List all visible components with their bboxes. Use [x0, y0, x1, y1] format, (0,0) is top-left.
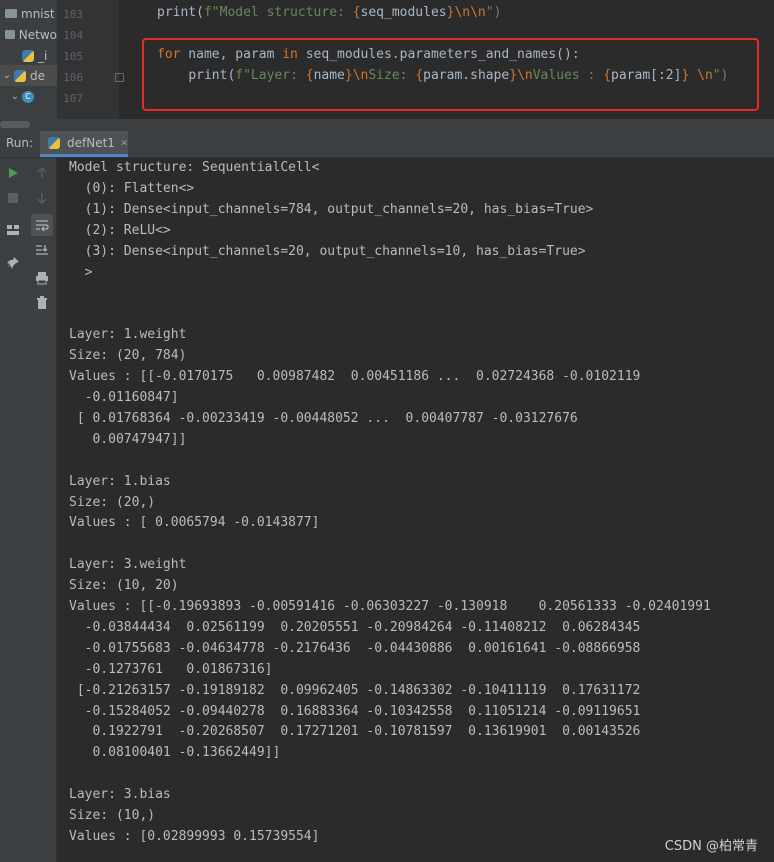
horizontal-scrollbar[interactable]	[0, 119, 774, 131]
tree-item-label: Netwo	[18, 27, 57, 42]
tab-defnet1[interactable]: defNet1 ×	[40, 131, 128, 157]
close-icon[interactable]: ×	[121, 136, 128, 149]
run-console-output[interactable]: Model structure: SequentialCell< (0): Fl…	[57, 158, 774, 862]
chevron-down-icon[interactable]: ⌄	[8, 91, 22, 102]
folder-icon	[5, 9, 17, 18]
tree-item-label: _i	[38, 48, 48, 63]
line-number: 106	[63, 71, 83, 84]
run-tab-label: defNet1	[67, 135, 115, 150]
python-file-icon	[48, 136, 60, 149]
line-number: 107	[63, 92, 83, 105]
run-panel-label: Run:	[6, 136, 34, 150]
class-icon: C	[22, 90, 34, 103]
highlight-annotation-box	[142, 38, 759, 111]
line-number: 104	[63, 29, 83, 42]
run-panel-header: Run: defNet1 ×	[0, 131, 774, 158]
up-arrow-icon[interactable]	[32, 163, 52, 183]
console-text: Model structure: SequentialCell< (0): Fl…	[69, 160, 711, 844]
tree-item-network[interactable]: Netwo	[0, 24, 57, 45]
down-arrow-icon[interactable]	[32, 188, 52, 208]
tree-item-defnet-file[interactable]: ⌄ de	[0, 65, 57, 86]
pin-icon[interactable]	[3, 253, 23, 273]
code-token: ")	[485, 5, 502, 20]
project-tree[interactable]: mnist Netwo _i ⌄ de ⌄ C	[0, 0, 57, 119]
code-line-103[interactable]: print(f"Model structure: {seq_modules}\n…	[157, 5, 501, 20]
tree-item-class[interactable]: ⌄ C	[0, 86, 57, 107]
python-file-icon	[22, 49, 34, 62]
code-token: f"Model structure:	[203, 5, 353, 20]
line-number: 103	[63, 8, 83, 21]
python-file-icon	[14, 69, 26, 82]
watermark: CSDN @柏常青	[664, 839, 758, 854]
soft-wrap-icon[interactable]	[31, 214, 53, 236]
tree-item-label: de	[30, 68, 45, 83]
print-icon[interactable]	[32, 268, 52, 288]
scroll-to-end-icon[interactable]	[32, 240, 52, 260]
line-number: 105	[63, 50, 83, 63]
tree-item-label: mnist	[21, 6, 55, 21]
code-token: print(	[157, 5, 204, 20]
tree-item-mnist[interactable]: mnist	[0, 3, 57, 24]
folder-icon	[5, 30, 15, 39]
code-token: seq_modules	[360, 5, 447, 20]
chevron-down-icon[interactable]: ⌄	[0, 70, 14, 81]
tree-item-init-file[interactable]: _i	[0, 45, 57, 66]
run-icon[interactable]	[3, 163, 23, 183]
code-token: {	[352, 5, 361, 20]
code-editor[interactable]: mnist Netwo _i ⌄ de ⌄ C 103 104 105 106 …	[0, 0, 774, 119]
run-toolbar-primary	[0, 158, 27, 862]
code-token: \n\n	[454, 5, 486, 20]
trash-icon[interactable]	[32, 293, 52, 313]
stop-icon[interactable]	[3, 188, 23, 208]
scrollbar-thumb[interactable]	[0, 121, 30, 128]
layout-icon[interactable]	[3, 220, 23, 240]
fold-marker-icon[interactable]	[115, 73, 124, 82]
run-toolbar-secondary	[27, 158, 57, 862]
